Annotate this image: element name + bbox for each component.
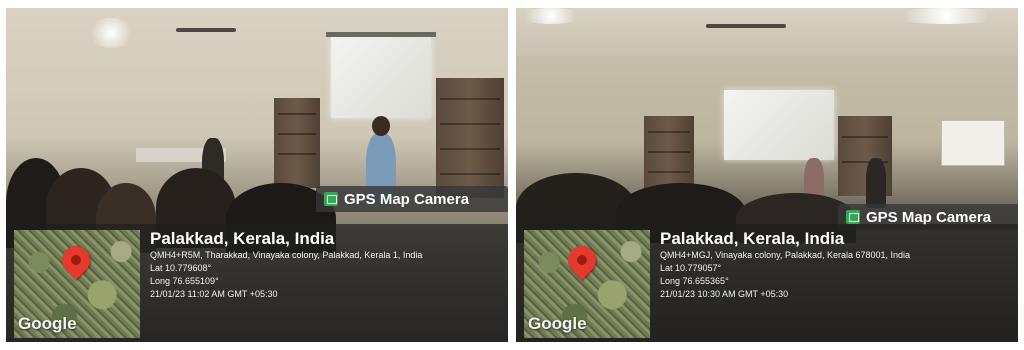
place-name: Palakkad, Kerala, India (150, 229, 335, 248)
longitude-text: Long 76.655109° (150, 276, 219, 286)
badge-label: GPS Map Camera (866, 208, 992, 226)
address-text: QMH4+R5M, Tharakkad, Vinayaka colony, Pa… (150, 250, 423, 260)
satellite-map-thumbnail: Google (524, 230, 650, 338)
wooden-door (274, 98, 320, 188)
badge-label: GPS Map Camera (344, 190, 470, 208)
ceiling-fan (706, 24, 786, 28)
google-logo: Google (18, 314, 77, 333)
door-slat (648, 131, 690, 133)
gallery-icon (324, 192, 338, 206)
latitude-text: Lat 10.779057° (660, 263, 722, 273)
map-pin-icon (56, 240, 96, 280)
location-info-panel: Google Palakkad, Kerala, India QMH4+MGJ,… (516, 224, 1018, 342)
window-slat (440, 148, 500, 150)
location-details: Palakkad, Kerala, India QMH4+MGJ, Vinaya… (660, 228, 1010, 301)
location-details: Palakkad, Kerala, India QMH4+R5M, Tharak… (150, 228, 500, 301)
satellite-map-thumbnail: Google (14, 230, 140, 338)
gps-camera-badge: GPS Map Camera (316, 186, 508, 212)
ceiling-light (516, 8, 586, 24)
door-slat (278, 113, 316, 115)
datetime-text: 21/01/23 10:30 AM GMT +05:30 (660, 289, 789, 299)
projector-screen-bar (326, 32, 436, 37)
door-slat (278, 153, 316, 155)
ceiling-fan (176, 28, 236, 32)
presenter-head (372, 116, 390, 136)
projector-screen (724, 90, 834, 160)
window-slat (440, 123, 500, 125)
google-logo: Google (528, 314, 587, 333)
window-slat (440, 173, 500, 175)
latitude-text: Lat 10.779608° (150, 263, 212, 273)
location-info-panel: Google Palakkad, Kerala, India QMH4+R5M,… (6, 224, 508, 342)
ceiling-light (86, 18, 136, 48)
map-pin-icon (562, 240, 602, 280)
gallery-icon (846, 210, 860, 224)
projector-screen (331, 36, 431, 118)
wooden-window (436, 78, 504, 198)
door-slat (648, 171, 690, 173)
geotagged-photo-right: GPS Map Camera Google Palakkad, Kerala, … (516, 8, 1018, 342)
place-name: Palakkad, Kerala, India (660, 229, 845, 248)
geotagged-photo-left: GPS Map Camera Google Palakkad, Kerala, … (6, 8, 508, 342)
door-slat (278, 133, 316, 135)
window-slat (440, 98, 500, 100)
address-text: QMH4+MGJ, Vinayaka colony, Palakkad, Ker… (660, 250, 911, 260)
window-slat (842, 136, 888, 138)
wall-poster (941, 120, 1005, 166)
datetime-text: 21/01/23 11:02 AM GMT +05:30 (150, 289, 278, 299)
ceiling-light (886, 8, 1006, 24)
door-slat (648, 151, 690, 153)
longitude-text: Long 76.655365° (660, 276, 729, 286)
standing-person (866, 158, 886, 208)
